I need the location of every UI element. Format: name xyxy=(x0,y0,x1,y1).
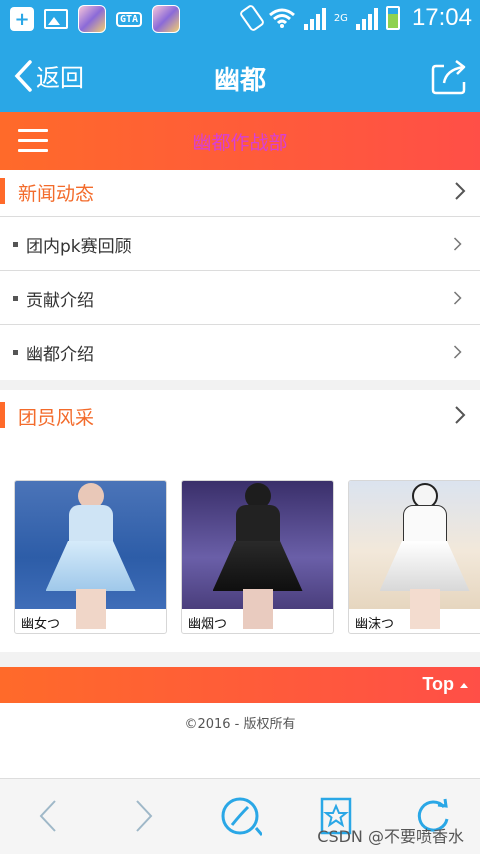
member-card[interactable]: 幽烟つ xyxy=(181,480,334,634)
copyright-text: ©2016 - 版权所有 xyxy=(184,717,296,732)
signal-icon-2 xyxy=(355,6,378,30)
members-section-title: 团员风采 xyxy=(18,407,95,429)
news-item-label: 贡献介绍 xyxy=(26,291,94,311)
chevron-right-icon xyxy=(453,291,462,305)
bullet xyxy=(13,296,18,301)
nav-back-icon[interactable] xyxy=(38,799,58,833)
back-to-top-bar: Top xyxy=(0,667,480,703)
page-title: 幽都 xyxy=(213,66,266,96)
screen-rotation-icon xyxy=(238,3,266,33)
member-card[interactable]: 幽女つ xyxy=(14,480,167,634)
plus-notification-icon: + xyxy=(10,7,34,31)
news-section: 新闻动态 团内pk赛回顾 贡献介绍 幽都介绍 xyxy=(0,170,480,380)
network-type-label: 2G xyxy=(333,12,348,24)
member-card[interactable]: 幽沫つ xyxy=(348,480,480,634)
bullet xyxy=(13,242,18,247)
news-section-header[interactable]: 新闻动态 xyxy=(0,170,480,212)
browser-nav-bar: CSDN @不要喷香水 xyxy=(0,778,480,854)
clock: 17:04 xyxy=(411,4,472,31)
news-item-label: 团内pk赛回顾 xyxy=(26,237,132,257)
watermark: CSDN @不要喷香水 xyxy=(317,827,464,846)
news-item-contribution[interactable]: 贡献介绍 xyxy=(0,270,480,324)
member-photo xyxy=(349,481,480,629)
browser-home-icon[interactable] xyxy=(218,795,262,837)
wifi-icon xyxy=(268,8,295,28)
chevron-right-icon xyxy=(453,237,462,251)
gta-notification-icon: GTA xyxy=(116,11,143,27)
game-app-icon xyxy=(78,5,106,33)
share-icon[interactable] xyxy=(430,58,468,96)
member-card-list: 幽女つ 幽烟つ 幽沫つ xyxy=(14,480,480,634)
news-section-title: 新闻动态 xyxy=(18,183,95,205)
nav-forward-icon[interactable] xyxy=(134,799,154,833)
status-bar: + GTA 2G 17:04 xyxy=(0,0,480,38)
menu-bar: 幽都作战部 xyxy=(0,112,480,170)
top-label: Top xyxy=(422,674,454,694)
back-to-top-button[interactable]: Top xyxy=(422,674,468,695)
app-header: 返回 幽都 xyxy=(0,38,480,112)
battery-icon xyxy=(385,6,400,30)
news-item-youdu-intro[interactable]: 幽都介绍 xyxy=(0,324,480,378)
member-photo xyxy=(182,481,333,629)
news-item-pk-review[interactable]: 团内pk赛回顾 xyxy=(0,216,480,270)
menu-bar-title: 幽都作战部 xyxy=(192,132,288,154)
chevron-right-icon xyxy=(453,345,462,359)
footer: ©2016 - 版权所有 xyxy=(0,703,480,778)
bullet xyxy=(13,350,18,355)
members-section-header[interactable]: 团员风采 xyxy=(0,394,480,436)
members-section: 团员风采 幽女つ 幽烟つ 幽沫つ xyxy=(0,390,480,652)
section-accent-bar xyxy=(0,402,5,428)
section-accent-bar xyxy=(0,178,5,204)
member-photo xyxy=(15,481,166,629)
chevron-right-icon xyxy=(455,406,466,424)
game-app-icon-2 xyxy=(152,5,181,33)
chevron-right-icon xyxy=(455,182,466,200)
news-item-label: 幽都介绍 xyxy=(26,345,94,365)
image-notification-icon xyxy=(44,9,68,29)
caret-up-icon xyxy=(460,682,468,688)
signal-icon xyxy=(303,6,326,30)
